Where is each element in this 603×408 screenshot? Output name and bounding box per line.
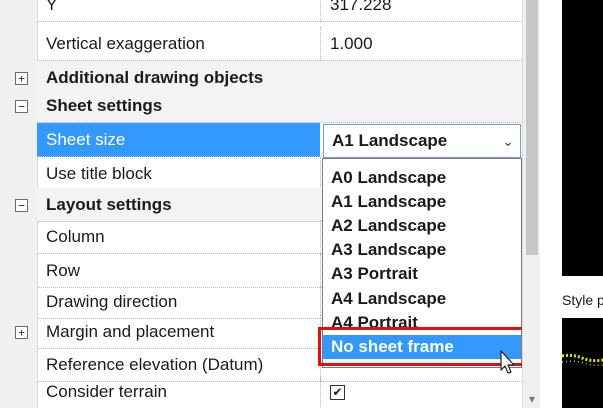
dropdown-option-a3-portrait[interactable]: A3 Portrait [323, 262, 521, 286]
property-value-y[interactable]: 317.228 [330, 0, 391, 22]
chevron-down-icon[interactable]: ⌄ [502, 125, 514, 157]
dropdown-option-a0-landscape[interactable]: A0 Landscape [323, 166, 521, 190]
scrollbar-thumb[interactable] [526, 0, 538, 255]
property-name-sheet-size: Sheet size [46, 130, 126, 149]
collapse-icon[interactable]: − [15, 100, 28, 113]
property-row-consider-terrain[interactable]: Consider terrain [0, 375, 522, 408]
dropdown-option-a4-landscape[interactable]: A4 Landscape [323, 287, 521, 311]
dropdown-option-a1-landscape[interactable]: A1 Landscape [323, 190, 521, 214]
scroll-down-arrow-icon[interactable]: ▾ [523, 390, 541, 408]
collapse-icon[interactable]: − [15, 199, 28, 212]
style-preview-line [562, 353, 603, 366]
property-name-consider-terrain: Consider terrain [46, 382, 167, 401]
property-name-margin-and-placement: Margin and placement [46, 322, 215, 341]
property-name-vertical-exaggeration: Vertical exaggeration [46, 34, 205, 53]
drawing-preview [562, 0, 603, 276]
sheet-size-selected-value: A1 Landscape [332, 131, 448, 150]
sheet-size-combobox[interactable]: A1 Landscape ⌄ [323, 124, 521, 158]
category-sheet-settings[interactable]: − Sheet settings [0, 89, 522, 123]
category-label-layout-settings: Layout settings [46, 195, 172, 214]
style-preview [562, 318, 603, 408]
category-label-sheet-settings: Sheet settings [46, 96, 163, 115]
property-name-use-title-block: Use title block [46, 164, 152, 183]
property-name-row: Row [46, 261, 81, 280]
property-row-y[interactable]: Y 317.228 [0, 0, 522, 22]
dropdown-option-a3-landscape[interactable]: A3 Landscape [323, 238, 521, 262]
dropdown-option-a2-landscape[interactable]: A2 Landscape [323, 214, 521, 238]
expand-icon[interactable]: + [15, 326, 28, 339]
style-panel-label: Style p [562, 292, 603, 308]
property-value-vertical-exaggeration[interactable]: 1.000 [330, 27, 373, 61]
mouse-pointer-icon [500, 350, 515, 374]
property-name-column: Column [46, 227, 105, 246]
preview-panel: Style p [540, 0, 603, 408]
property-name-drawing-direction: Drawing direction [46, 292, 178, 311]
consider-terrain-checkbox[interactable]: ✔ [330, 385, 345, 400]
property-row-vertical-exaggeration[interactable]: Vertical exaggeration 1.000 [0, 27, 522, 61]
expand-icon[interactable]: + [15, 72, 28, 85]
property-name-y: Y [46, 0, 58, 14]
property-grid-scrollbar[interactable]: ▾ [522, 0, 541, 408]
